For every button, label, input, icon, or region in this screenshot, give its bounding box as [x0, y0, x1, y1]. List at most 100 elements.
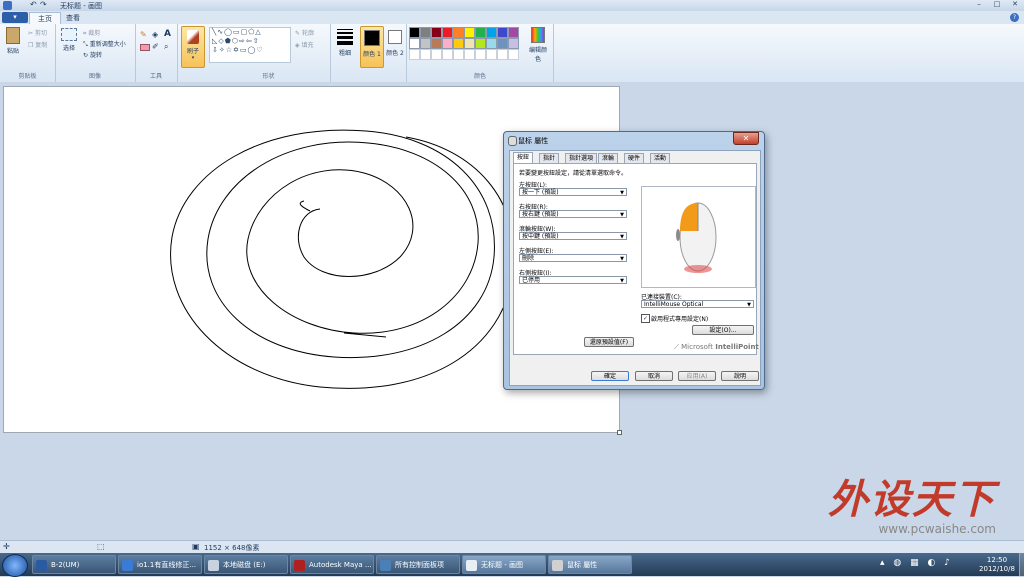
taskbar-item[interactable]: io1.1有直线修正... [118, 555, 202, 574]
color2-button[interactable]: 颜色 2 [385, 26, 405, 66]
canvas-resize-handle[interactable] [617, 430, 622, 435]
size-button[interactable]: 粗细 [334, 27, 356, 67]
app-icon[interactable] [3, 1, 12, 10]
fill-button[interactable]: ◈ 填充 [295, 40, 314, 49]
eraser-icon[interactable] [140, 44, 150, 51]
device-select[interactable]: IntelliMouse Optical ▼ [641, 300, 754, 308]
magnifier-icon[interactable]: ⌕ [164, 42, 168, 52]
star4-shape-icon[interactable]: ✧ [219, 46, 226, 54]
edit-colors-button[interactable]: 编辑颜色 [527, 27, 549, 63]
help-icon[interactable]: ? [1010, 13, 1019, 22]
empty-color-swatch[interactable] [420, 49, 431, 60]
help-button[interactable]: 說明 [721, 371, 759, 381]
taskbar-item[interactable]: Autodesk Maya ... [290, 555, 374, 574]
taskbar-item[interactable]: 所有控制面板项 [376, 555, 460, 574]
taskbar-item[interactable]: B-2(UM) [32, 555, 116, 574]
copy-button[interactable]: ❐ 复制 [28, 40, 47, 49]
resize-button[interactable]: ⤡ 重新调整大小 [83, 39, 126, 49]
color-swatch[interactable] [486, 27, 497, 38]
color-swatch[interactable] [453, 38, 464, 49]
oval-shape-icon[interactable]: ◯ [224, 28, 233, 36]
arrow-up-shape-icon[interactable]: ⇧ [253, 37, 260, 45]
color-swatch[interactable] [475, 38, 486, 49]
color-swatch[interactable] [442, 38, 453, 49]
right-side-button-select[interactable]: 已停用 ▼ [519, 276, 627, 284]
restore-defaults-button[interactable]: 還原預設值(F) [584, 337, 634, 347]
ok-button[interactable]: 確定 [591, 371, 629, 381]
color-swatch[interactable] [464, 38, 475, 49]
empty-color-swatch[interactable] [453, 49, 464, 60]
empty-color-swatch[interactable] [475, 49, 486, 60]
empty-color-swatch[interactable] [442, 49, 453, 60]
color1-button[interactable]: 颜色 1 [360, 26, 384, 68]
crop-button[interactable]: ⌗ 裁剪 [83, 28, 100, 38]
rect-shape-icon[interactable]: ▭ [233, 28, 241, 36]
pentagon-shape-icon[interactable]: ⬟ [225, 37, 232, 45]
settings-button[interactable]: 設定(O)... [692, 325, 754, 335]
dialog-close-button[interactable]: ✕ [733, 132, 759, 145]
undo-icon[interactable]: ↶ [30, 0, 37, 9]
color-swatch[interactable] [486, 38, 497, 49]
right-button-select[interactable]: 按右鍵 (預設) ▼ [519, 210, 627, 218]
color-swatch[interactable] [431, 38, 442, 49]
triangle-shape-icon[interactable]: △ [255, 28, 261, 36]
maximize-button[interactable]: □ [988, 0, 1006, 9]
outline-button[interactable]: ✎ 轮廓 [295, 28, 314, 37]
empty-color-swatch[interactable] [409, 49, 420, 60]
cut-button[interactable]: ✂ 剪切 [28, 28, 47, 37]
taskbar-item[interactable]: 无标题 - 画图 [462, 555, 546, 574]
cancel-button[interactable]: 取消 [635, 371, 673, 381]
hexagon-shape-icon[interactable]: ⬡ [232, 37, 239, 45]
color-swatch[interactable] [508, 38, 519, 49]
rotate-button[interactable]: ↻ 旋转 [83, 50, 102, 59]
empty-color-swatch[interactable] [431, 49, 442, 60]
app-specific-checkbox[interactable]: ✓ [641, 314, 650, 323]
color-swatch[interactable] [464, 27, 475, 38]
color-picker-icon[interactable]: ✐ [152, 42, 159, 51]
clock[interactable]: 12:50 2012/10/8 [976, 556, 1018, 574]
arrow-down-shape-icon[interactable]: ⇩ [212, 46, 219, 54]
apply-button[interactable]: 应用(A) [678, 371, 716, 381]
color-swatch[interactable] [497, 38, 508, 49]
color-swatch[interactable] [497, 27, 508, 38]
color-swatch[interactable] [475, 27, 486, 38]
shapes-gallery[interactable]: ╲∿◯▭▢⬠△ ◺◇⬟⬡⇨⇦⇧ ⇩✧☆✡▭◯♡ [209, 27, 291, 63]
color-swatch[interactable] [409, 27, 420, 38]
brushes-button[interactable]: 刷子 ▾ [181, 26, 205, 68]
arrow-left-shape-icon[interactable]: ⇦ [246, 37, 253, 45]
pencil-icon[interactable]: ✎ [140, 30, 147, 39]
taskbar-item[interactable]: 本地磁盘 (E:) [204, 555, 288, 574]
text-icon[interactable]: A [164, 29, 171, 39]
paste-button[interactable]: 粘贴 [5, 27, 21, 57]
taskbar-item[interactable]: 鼠标 屬性 [548, 555, 632, 574]
redo-icon[interactable]: ↷ [40, 0, 47, 9]
heart-shape-icon[interactable]: ♡ [256, 46, 263, 54]
color-swatch[interactable] [420, 27, 431, 38]
tab-view[interactable]: 查看 [58, 12, 88, 24]
arrow-right-shape-icon[interactable]: ⇨ [239, 37, 246, 45]
close-button[interactable]: ✕ [1006, 0, 1024, 9]
color-swatch[interactable] [431, 27, 442, 38]
empty-color-swatch[interactable] [486, 49, 497, 60]
file-menu-button[interactable]: ▾ [2, 12, 28, 23]
star5-shape-icon[interactable]: ☆ [226, 46, 233, 54]
color-swatch[interactable] [453, 27, 464, 38]
minimize-button[interactable]: – [970, 0, 988, 9]
color-swatch[interactable] [442, 27, 453, 38]
empty-color-swatch[interactable] [508, 49, 519, 60]
callout-rect-shape-icon[interactable]: ▭ [240, 46, 248, 54]
star6-shape-icon[interactable]: ✡ [233, 46, 240, 54]
empty-color-swatch[interactable] [464, 49, 475, 60]
fill-icon[interactable]: ◈ [152, 30, 158, 39]
tray-icons[interactable]: ▴ ◍ ▦ ◐ ♪ [880, 558, 953, 568]
color-swatch[interactable] [409, 38, 420, 49]
empty-color-swatch[interactable] [497, 49, 508, 60]
start-button[interactable] [2, 554, 28, 577]
left-side-button-select[interactable]: 刪除 ▼ [519, 254, 627, 262]
color-swatch[interactable] [508, 27, 519, 38]
show-desktop-button[interactable] [1019, 553, 1024, 576]
left-button-select[interactable]: 按一下 (預設) ▼ [519, 188, 627, 196]
wheel-button-select[interactable]: 按中鍵 (預設) ▼ [519, 232, 627, 240]
color-swatch[interactable] [420, 38, 431, 49]
select-button[interactable]: 选择 [60, 28, 78, 52]
